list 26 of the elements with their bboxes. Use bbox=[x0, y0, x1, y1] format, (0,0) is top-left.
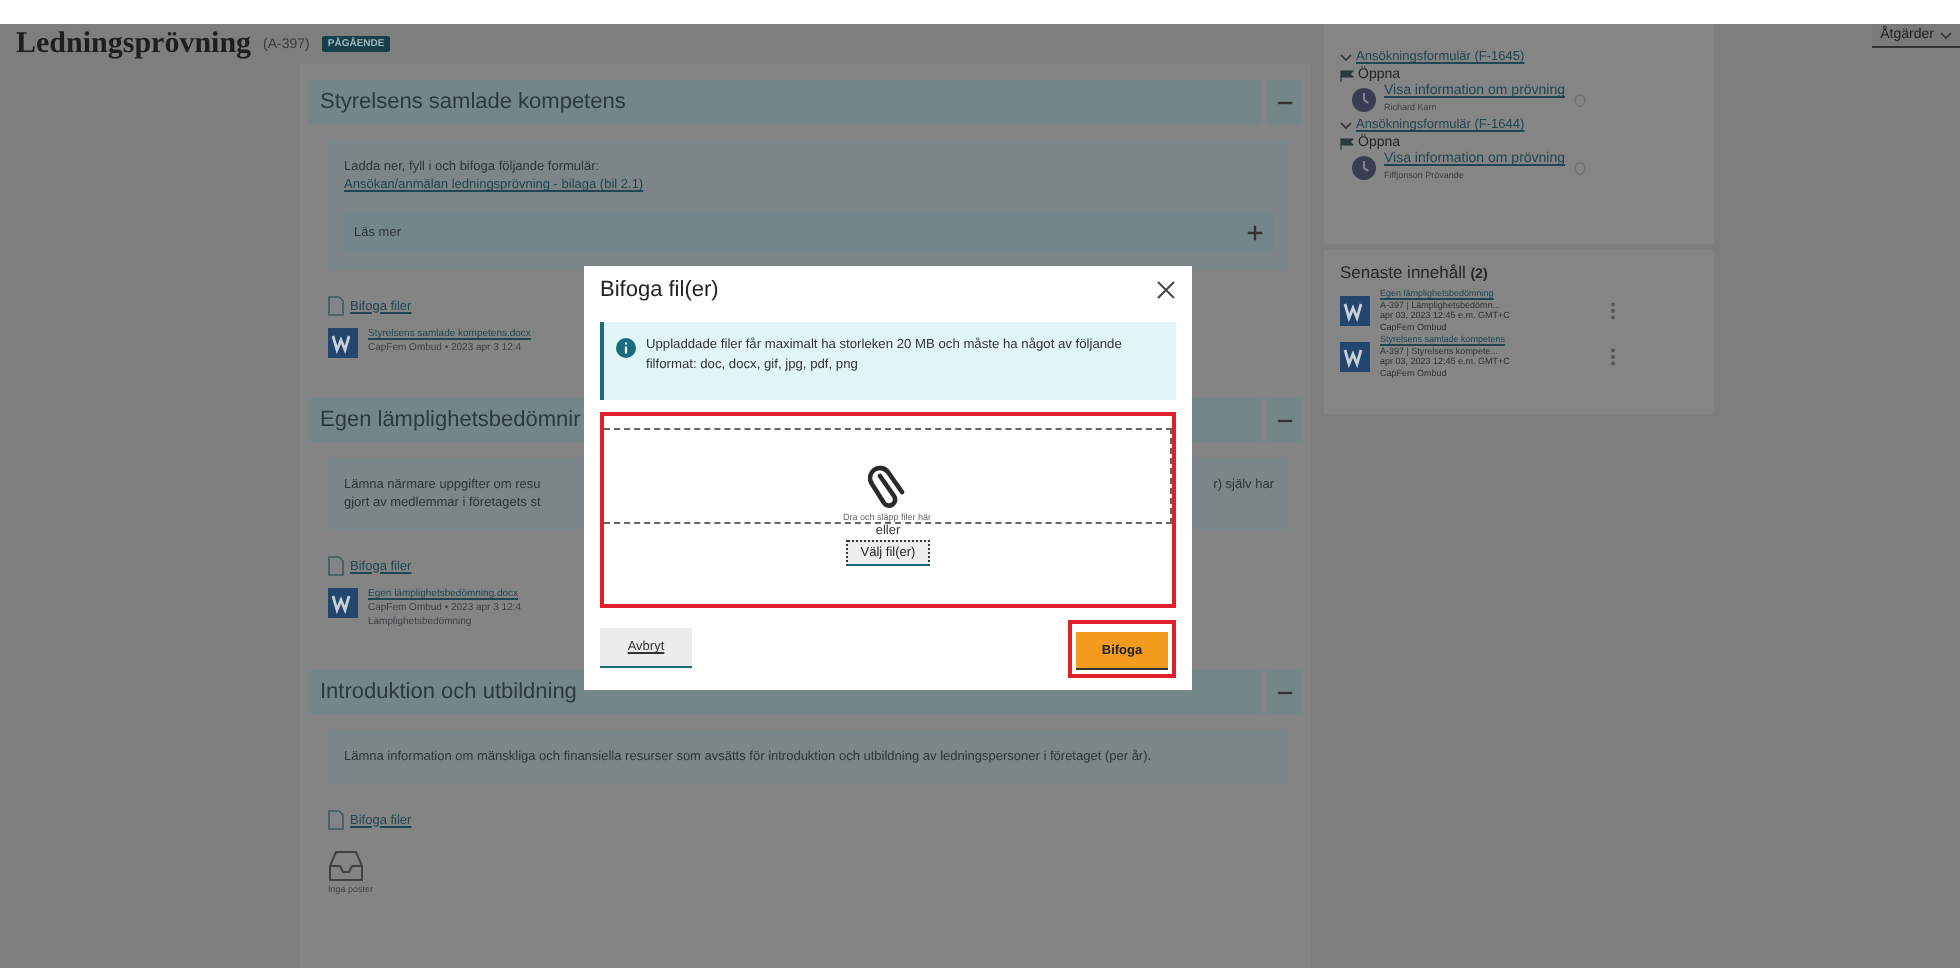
close-button[interactable] bbox=[1156, 280, 1176, 300]
collapse-button[interactable] bbox=[1266, 670, 1302, 714]
word-file-icon bbox=[328, 328, 358, 358]
caret-icon bbox=[1940, 31, 1952, 39]
chevron-icon[interactable] bbox=[1340, 53, 1352, 61]
chevron-icon[interactable] bbox=[1340, 121, 1352, 129]
document-icon bbox=[328, 556, 344, 576]
clock-icon bbox=[1352, 88, 1376, 112]
word-file-icon bbox=[1340, 295, 1370, 325]
info-icon bbox=[616, 338, 636, 358]
collapse-button[interactable] bbox=[1266, 398, 1302, 442]
more-options-icon[interactable] bbox=[1610, 301, 1616, 319]
inbox-icon bbox=[328, 850, 364, 882]
document-icon bbox=[328, 296, 344, 316]
clock-icon bbox=[1352, 156, 1376, 180]
dialog-title: Bifoga fil(er) bbox=[600, 278, 719, 302]
close-icon bbox=[1156, 280, 1176, 300]
section-heading: Styrelsens samlade kompetens bbox=[308, 80, 1262, 124]
flag-icon bbox=[1340, 69, 1354, 81]
word-file-icon bbox=[1340, 341, 1370, 371]
document-icon bbox=[328, 810, 344, 830]
word-file-icon bbox=[328, 588, 358, 618]
flag-icon bbox=[1340, 137, 1354, 149]
page-title: Ledningsprövning bbox=[16, 27, 252, 61]
collapse-button[interactable] bbox=[1266, 80, 1302, 124]
more-options-icon[interactable] bbox=[1610, 347, 1616, 365]
